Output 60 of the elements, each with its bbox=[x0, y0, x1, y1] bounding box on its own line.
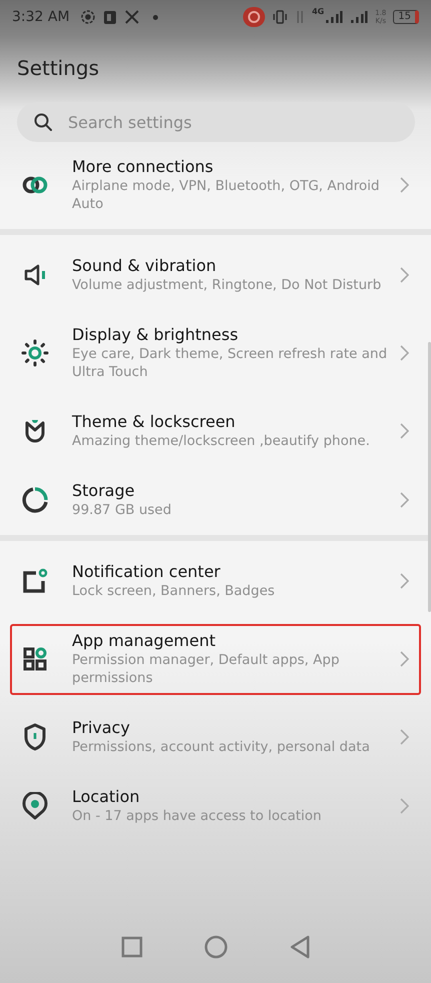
item-title: More connections bbox=[72, 156, 214, 177]
item-subtitle: Lock screen, Banners, Badges bbox=[72, 582, 276, 600]
settings-item[interactable]: Storage 99.87 GB used bbox=[10, 474, 421, 527]
item-subtitle: On - 17 apps have access to location bbox=[72, 807, 322, 825]
item-title: Privacy bbox=[72, 717, 131, 738]
status-time: 3:32 AM bbox=[12, 9, 70, 25]
settings-item[interactable]: Theme & lockscreen Amazing theme/lockscreen ,beautify phone. bbox=[10, 405, 421, 458]
shield-icon bbox=[23, 722, 47, 750]
chevron-icon bbox=[400, 266, 409, 282]
notification-dot-icon bbox=[152, 14, 158, 20]
target-icon bbox=[80, 9, 96, 25]
network-type: 4G bbox=[312, 7, 324, 16]
link-icon bbox=[21, 174, 49, 194]
signal-icon bbox=[350, 10, 368, 24]
signal-icon bbox=[325, 10, 344, 24]
vibrate-icon bbox=[272, 10, 288, 24]
settings-item[interactable]: Display & brightness Eye care, Dark theme, Screen refresh rate and Ultra Touch bbox=[10, 318, 421, 389]
settings-item[interactable]: App management Permission manager, Default apps, App permissions bbox=[10, 624, 421, 695]
cross-icon bbox=[124, 9, 140, 25]
item-title: App management bbox=[72, 630, 217, 651]
chevron-icon bbox=[400, 572, 409, 588]
item-title: Location bbox=[72, 786, 141, 807]
item-subtitle: Permissions, account activity, personal data bbox=[72, 738, 371, 756]
record-icon bbox=[242, 7, 265, 27]
app-icon bbox=[102, 10, 117, 24]
chevron-icon bbox=[400, 650, 409, 666]
recents-button[interactable] bbox=[120, 936, 142, 958]
settings-item[interactable]: Sound & vibration Volume adjustment, Ringtone, Do Not Disturb bbox=[10, 249, 421, 302]
settings-item[interactable]: Privacy Permissions, account activity, personal data bbox=[10, 711, 421, 764]
item-title: Storage bbox=[72, 480, 136, 501]
data-arrows-icon bbox=[294, 10, 305, 24]
page-title: Settings bbox=[16, 55, 100, 82]
settings-item[interactable]: Location On - 17 apps have access to location bbox=[10, 780, 421, 833]
ring-icon bbox=[22, 486, 48, 512]
chevron-icon bbox=[400, 728, 409, 744]
chevron-icon bbox=[400, 344, 409, 360]
item-subtitle: Airplane mode, VPN, Bluetooth, OTG, Android Auto bbox=[72, 177, 380, 213]
home-button[interactable] bbox=[204, 935, 228, 959]
item-title: Theme & lockscreen bbox=[72, 411, 236, 432]
item-subtitle: Permission manager, Default apps, App permissions bbox=[72, 651, 340, 687]
item-subtitle: Eye care, Dark theme, Screen refresh rate and Ultra Touch bbox=[72, 345, 388, 381]
apps-grid-icon bbox=[23, 646, 47, 670]
settings-item[interactable]: More connections Airplane mode, VPN, Bluetooth, OTG, Android Auto bbox=[10, 150, 421, 221]
item-subtitle: Amazing theme/lockscreen ,beautify phone. bbox=[72, 432, 371, 450]
location-pin-icon bbox=[22, 792, 48, 820]
item-title: Sound & vibration bbox=[72, 255, 218, 276]
back-button[interactable] bbox=[288, 935, 310, 959]
chevron-icon bbox=[400, 422, 409, 438]
chevron-icon bbox=[400, 492, 409, 508]
item-subtitle: Volume adjustment, Ringtone, Do Not Disturb bbox=[72, 276, 382, 294]
item-title: Notification center bbox=[72, 561, 222, 582]
speaker-icon bbox=[23, 262, 47, 286]
chevron-icon bbox=[400, 176, 409, 192]
chevron-icon bbox=[400, 798, 409, 814]
battery-level: 15 bbox=[393, 10, 419, 24]
settings-item[interactable]: Notification center Lock screen, Banners, Badges bbox=[10, 555, 421, 608]
item-subtitle: 99.87 GB used bbox=[72, 501, 172, 519]
notification-icon bbox=[22, 568, 48, 594]
item-title: Display & brightness bbox=[72, 324, 240, 345]
sun-icon bbox=[21, 338, 49, 366]
